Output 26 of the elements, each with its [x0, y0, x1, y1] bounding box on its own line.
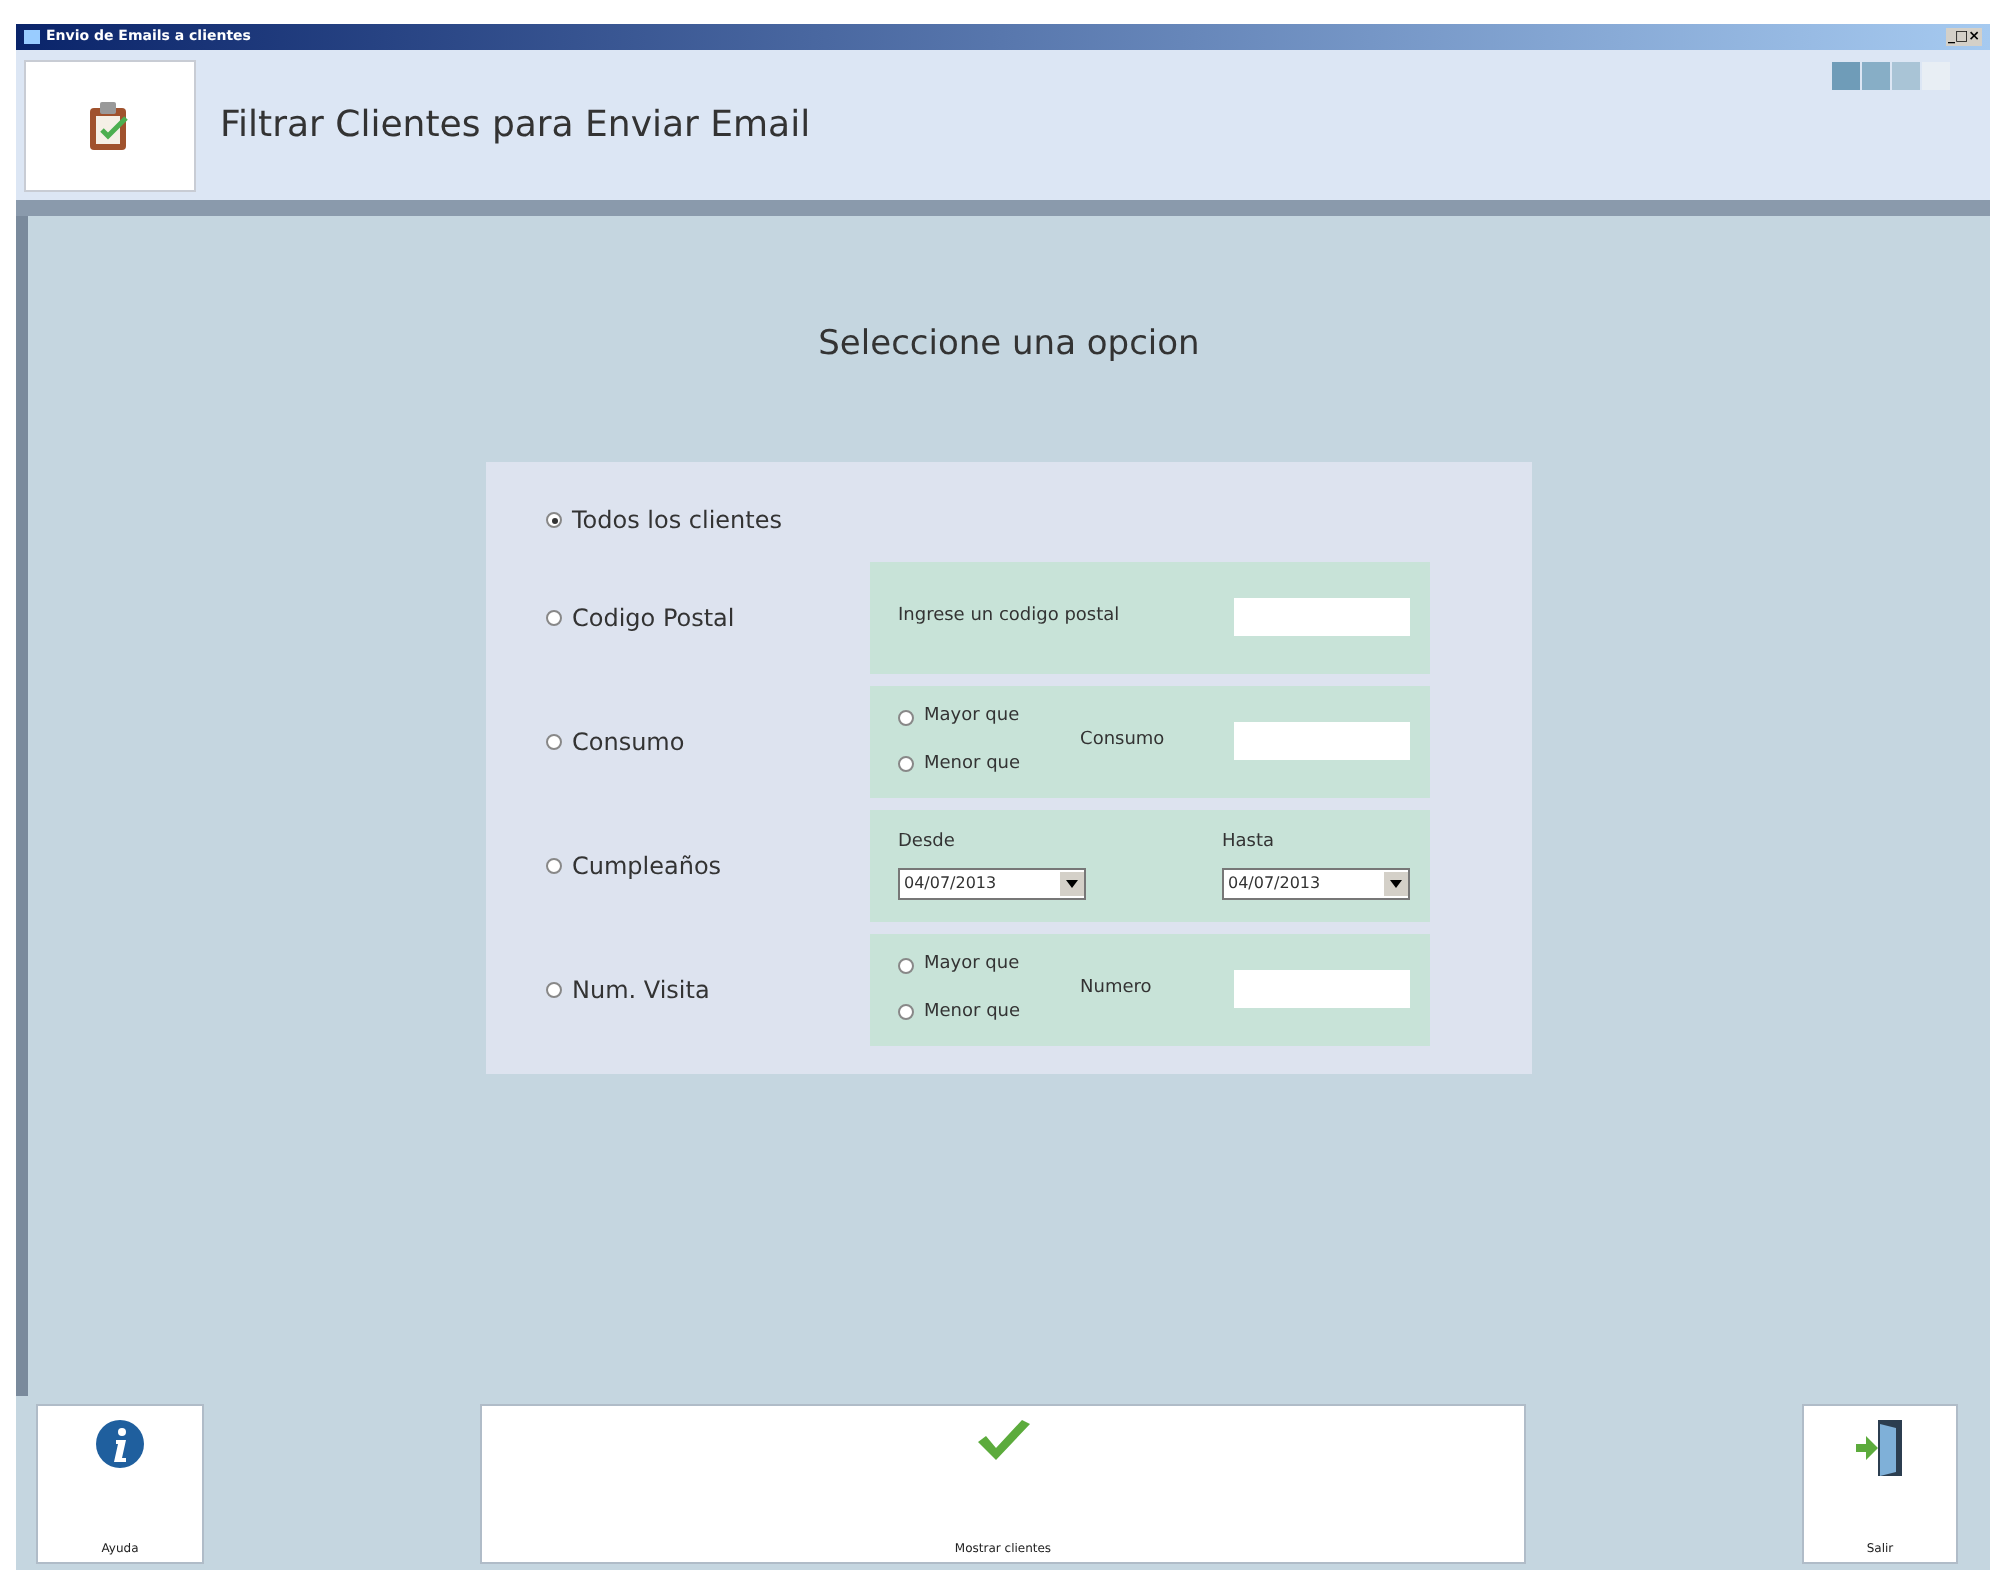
radio-option[interactable]: Mayor que [898, 704, 1021, 731]
field-label: Hasta [1222, 830, 1277, 857]
radio-option[interactable]: Num. Visita [546, 971, 870, 1007]
view-tiles-icon[interactable] [1832, 62, 1950, 90]
date-picker[interactable]: 04/07/2013 [1222, 867, 1410, 900]
app-icon [24, 30, 40, 44]
date-picker[interactable]: 04/07/2013 [898, 867, 1086, 900]
header-title: Filtrar Clientes para Enviar Email [220, 102, 811, 150]
field-label: Ingrese un codigo postal [898, 603, 1120, 630]
clipboard-icon [88, 99, 132, 151]
field-label: Consumo [1080, 727, 1165, 754]
field-label: Desde [898, 830, 957, 857]
radio-option[interactable]: Mayor que [898, 952, 1021, 979]
radio-option[interactable]: Menor que [898, 999, 1021, 1026]
radio-option[interactable]: Codigo Postal [546, 599, 870, 635]
field-label: Numero [1080, 975, 1152, 1002]
input-field[interactable] [1234, 970, 1410, 1008]
info-icon [94, 1418, 146, 1470]
radio-option[interactable]: Todos los clientes [546, 501, 870, 537]
input-field[interactable] [1234, 598, 1410, 636]
radio-option[interactable]: Cumpleaños [546, 847, 870, 883]
radio-option[interactable]: Consumo [546, 723, 870, 759]
door-exit-icon [1854, 1418, 1906, 1478]
section-heading: Seleccione una opcion [818, 322, 1200, 368]
radio-option[interactable]: Menor que [898, 751, 1021, 778]
input-field[interactable] [1234, 722, 1410, 760]
